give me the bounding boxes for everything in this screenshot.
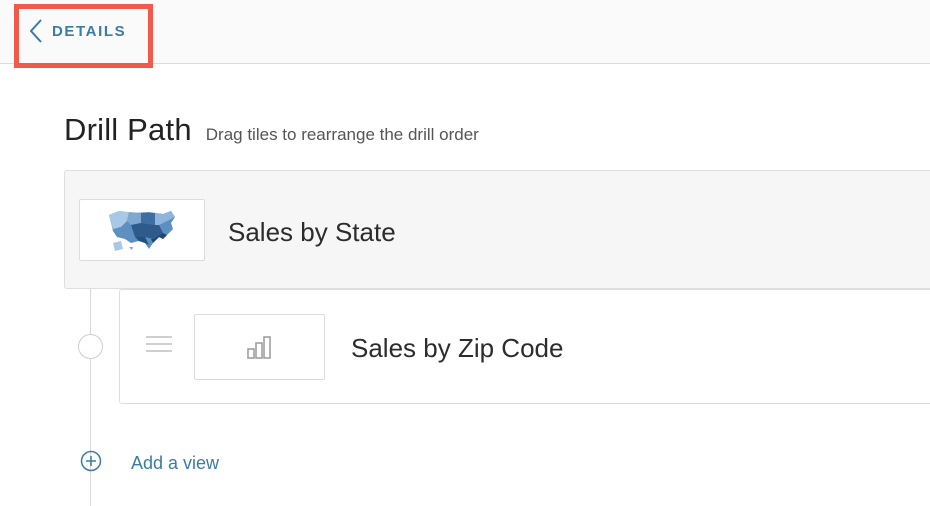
plus-circle-icon	[80, 450, 102, 477]
page-title: Drill Path	[64, 112, 192, 147]
back-to-details-button[interactable]: DETAILS	[30, 16, 126, 46]
add-view-button[interactable]: Add a view	[80, 450, 219, 477]
chevron-left-icon	[30, 19, 42, 43]
drill-level-radio[interactable]	[78, 334, 103, 359]
page-subtitle: Drag tiles to rearrange the drill order	[205, 125, 479, 144]
back-label: DETAILS	[52, 22, 127, 40]
drag-handle-icon[interactable]	[146, 336, 172, 352]
tile-title: Sales by State	[228, 217, 396, 247]
tile-title: Sales by Zip Code	[351, 333, 564, 363]
add-view-label: Add a view	[131, 453, 220, 473]
us-map-icon	[79, 199, 205, 261]
bar-chart-icon	[194, 314, 325, 380]
drill-path-heading: Drill Path Drag tiles to rearrange the d…	[64, 112, 479, 148]
drill-tile-sales-by-state[interactable]: Sales by State	[64, 170, 930, 289]
drill-tile-sales-by-zip-code[interactable]: Sales by Zip Code	[119, 289, 930, 404]
